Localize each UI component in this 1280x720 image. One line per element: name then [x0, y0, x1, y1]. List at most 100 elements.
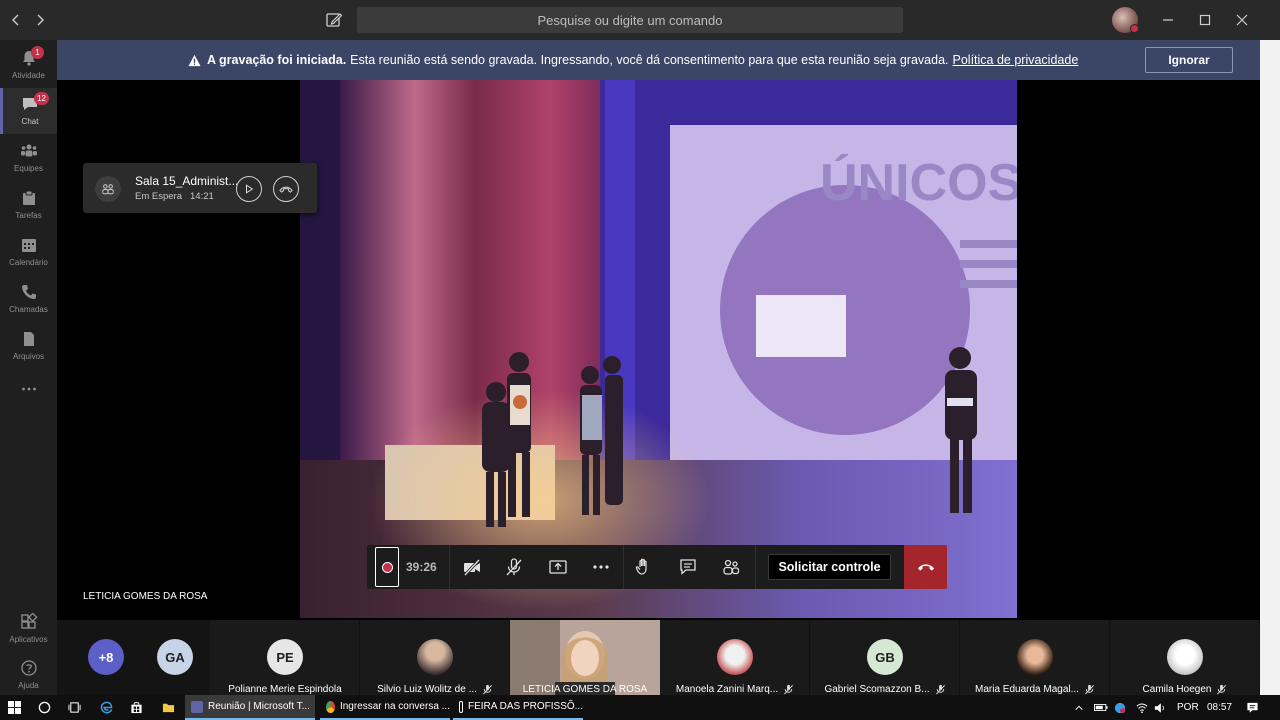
more-apps-button[interactable]: [0, 373, 57, 419]
participant-name-text: LETICIA GOMES DA ROSA: [522, 684, 648, 695]
volume-icon[interactable]: [1154, 695, 1166, 720]
back-arrow-icon[interactable]: [6, 10, 26, 30]
chat-badge: 12: [34, 92, 49, 105]
rail-label-calendar: Calendário: [9, 258, 48, 267]
teams-icon: [191, 700, 203, 713]
show-participants-button[interactable]: [711, 545, 751, 589]
taskbar-app-label: Reunião | Microsoft T...: [208, 701, 310, 712]
chrome-icon: [326, 700, 335, 713]
participant-tile[interactable]: PE Polianne Merie Espindola: [210, 620, 360, 695]
show-hidden-icons-button[interactable]: [1074, 695, 1084, 720]
participant-tile[interactable]: Camila Hoegen: [1110, 620, 1260, 695]
recording-indicator[interactable]: [375, 547, 399, 587]
minimize-icon[interactable]: [1158, 10, 1178, 30]
camera-off-button[interactable]: [452, 545, 492, 589]
file-explorer-icon[interactable]: [158, 698, 178, 717]
rail-item-calls[interactable]: Chamadas: [0, 276, 57, 322]
mic-off-icon: [506, 558, 522, 576]
maximize-icon[interactable]: [1195, 10, 1215, 30]
rail-item-teams[interactable]: Equipes: [0, 135, 57, 181]
participant-name-text: Gabriel Scomazzon B...: [824, 684, 930, 695]
participant-avatar-ga[interactable]: GA: [157, 639, 193, 675]
taskbar-app-chrome[interactable]: Ingressar na conversa ...: [320, 695, 450, 720]
rail-label-apps: Aplicativos: [9, 635, 48, 644]
ellipsis-icon: [21, 387, 36, 391]
notifications-icon[interactable]: [1246, 695, 1259, 720]
hang-up-button[interactable]: [904, 545, 947, 589]
more-participants-button[interactable]: +8: [88, 639, 124, 675]
wifi-icon[interactable]: [1136, 695, 1148, 720]
close-icon[interactable]: [1232, 10, 1252, 30]
files-icon: [23, 332, 34, 346]
on-hold-call-card[interactable]: Sala 15_Administ... Em Espera 14:21: [83, 163, 317, 213]
rail-item-apps[interactable]: Aplicativos: [0, 606, 57, 652]
ignore-button[interactable]: Ignorar: [1145, 47, 1233, 73]
windows-start-icon[interactable]: [4, 698, 24, 717]
hold-call-status: Em Espera 14:21: [135, 191, 214, 202]
participant-tile[interactable]: GB Gabriel Scomazzon B...: [810, 620, 960, 695]
taskbar-app-teams[interactable]: Reunião | Microsoft T...: [185, 695, 315, 720]
cortana-search-icon[interactable]: [34, 698, 54, 717]
record-dot-icon: [381, 561, 393, 573]
tasks-icon: [22, 190, 35, 205]
presenter-name: LETICIA GOMES DA ROSA: [83, 591, 208, 602]
chat-icon: [680, 559, 696, 575]
avatar: PE: [267, 639, 303, 675]
hold-call-time: 14:21: [190, 191, 214, 202]
share-screen-button[interactable]: [538, 545, 578, 589]
store-icon[interactable]: [126, 698, 146, 717]
divider: [755, 545, 756, 589]
rail-item-activity[interactable]: 1 Atividade: [0, 42, 57, 88]
mic-off-icon: [1217, 684, 1227, 695]
recording-title: A gravação foi iniciada.: [207, 53, 347, 67]
participant-tile[interactable]: Maria Eduarda Magal...: [960, 620, 1110, 695]
participant-tile-active[interactable]: LETICIA GOMES DA ROSA: [510, 620, 660, 695]
input-language[interactable]: POR: [1177, 695, 1199, 720]
taskbar-app-label: Ingressar na conversa ...: [339, 701, 450, 712]
group-call-icon: [95, 176, 121, 202]
call-duration: 39:26: [406, 560, 437, 574]
edge-browser-icon[interactable]: [96, 698, 116, 717]
show-chat-button[interactable]: [668, 545, 708, 589]
avatar: [1167, 639, 1203, 675]
rail-item-tasks[interactable]: Tarefas: [0, 182, 57, 228]
rail-item-files[interactable]: Arquivos: [0, 323, 57, 369]
forward-arrow-icon[interactable]: [30, 10, 50, 30]
task-view-icon[interactable]: [64, 698, 84, 717]
rail-label-teams: Equipes: [14, 164, 43, 173]
recording-banner-text: A gravação foi iniciada. Esta reunião es…: [188, 40, 1078, 80]
participant-name-text: Silvio Luiz Wolitz de ...: [377, 684, 477, 695]
participant-name: Gabriel Scomazzon B...: [810, 684, 960, 695]
rail-label-help: Ajuda: [18, 681, 39, 690]
shared-video: ÚNICOS: [300, 80, 1017, 618]
privacy-policy-link[interactable]: Política de privacidade: [953, 53, 1079, 67]
ellipsis-icon: [593, 565, 609, 569]
search-input[interactable]: Pesquise ou digite um comando: [357, 7, 903, 33]
rail-item-calendar[interactable]: Calendário: [0, 229, 57, 275]
image-icon: [459, 700, 463, 713]
more-actions-button[interactable]: [581, 545, 621, 589]
end-held-call-button[interactable]: [273, 176, 299, 202]
taskbar-app-photos[interactable]: FEIRA DAS PROFISSÕ...: [453, 695, 583, 720]
compose-icon[interactable]: [324, 10, 344, 30]
rail-item-chat[interactable]: 12 Chat: [0, 88, 57, 134]
participant-tile[interactable]: Silvio Luiz Wolitz de ...: [360, 620, 510, 695]
busy-status-icon: [1130, 24, 1139, 33]
request-control-button[interactable]: Solicitar controle: [768, 554, 891, 580]
phone-icon: [21, 285, 36, 299]
mute-button[interactable]: [494, 545, 534, 589]
battery-icon[interactable]: [1094, 695, 1108, 720]
taskbar-app-label: FEIRA DAS PROFISSÕ...: [467, 701, 583, 712]
security-alert-icon[interactable]: [1114, 695, 1126, 720]
resume-call-button[interactable]: [236, 176, 262, 202]
participants-icon: [723, 559, 740, 575]
rail-item-help[interactable]: Ajuda: [0, 652, 57, 698]
call-controls-bar: 39:26 Solicitar controle: [367, 545, 947, 589]
participant-tile[interactable]: Manoela Zanini Marq...: [660, 620, 810, 695]
share-icon: [549, 560, 567, 574]
apps-icon: [20, 613, 38, 629]
system-clock[interactable]: 08:57: [1207, 695, 1232, 720]
raise-hand-button[interactable]: [624, 545, 664, 589]
help-icon: [20, 660, 37, 676]
recording-message: Esta reunião está sendo gravada. Ingress…: [350, 53, 949, 67]
